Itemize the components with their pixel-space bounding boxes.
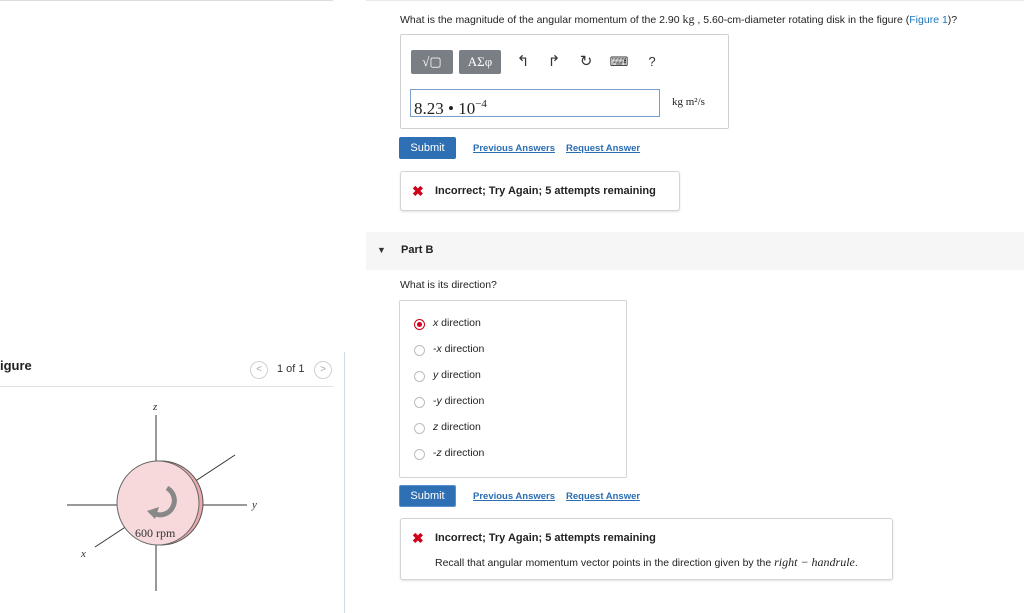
collapse-caret-icon[interactable]: ▼	[377, 245, 386, 255]
option-label: y direction	[433, 369, 481, 381]
hint-math: right − handrule	[774, 555, 855, 569]
figure-divider	[0, 386, 333, 387]
figure-pager: < 1 of 1 >	[250, 361, 334, 381]
radio-neg-y-direction[interactable]	[414, 397, 425, 408]
figure-heading: igure	[0, 358, 32, 373]
question-text-cont: , 5.60-cm-diameter rotating disk in the …	[694, 14, 910, 26]
part-b-title: Part B	[401, 244, 434, 256]
radio-x-direction[interactable]	[414, 319, 425, 330]
panel-divider	[344, 352, 345, 613]
radio-neg-z-direction[interactable]	[414, 449, 425, 460]
part-b-header[interactable]: ▼ Part B	[366, 232, 1024, 270]
radio-y-direction[interactable]	[414, 371, 425, 382]
incorrect-icon: ✖	[412, 183, 424, 199]
option-label: z direction	[433, 421, 481, 433]
keyboard-icon[interactable]: ⌨	[609, 52, 629, 72]
part-a-request-answer-link[interactable]: Request Answer	[566, 143, 640, 154]
greek-symbols-button[interactable]: ΑΣφ	[459, 50, 501, 74]
question-text: What is the magnitude of the angular mom…	[400, 14, 683, 26]
radio-neg-x-direction[interactable]	[414, 345, 425, 356]
part-a-question: What is the magnitude of the angular mom…	[400, 12, 957, 27]
option-label: x direction	[433, 317, 481, 329]
answer-exponent: −4	[475, 98, 487, 110]
rotating-disk-figure: z y x 600 rpm	[67, 401, 257, 591]
top-divider	[0, 0, 333, 1]
feedback-hint: Recall that angular momentum vector poin…	[435, 555, 858, 569]
figure-page-label: 1 of 1	[277, 363, 305, 375]
part-a-feedback: ✖ Incorrect; Try Again; 5 attempts remai…	[400, 171, 680, 211]
redo-icon[interactable]: ↱	[544, 52, 564, 72]
part-a-submit-button[interactable]: Submit	[399, 137, 456, 159]
undo-icon[interactable]: ↰	[513, 52, 533, 72]
part-b-previous-answers-link[interactable]: Previous Answers	[473, 491, 555, 502]
answer-editor: √▢ ΑΣφ ↰ ↱ ↻ ⌨ ? 8.23 • 10−4 kg m²/s	[400, 34, 729, 129]
answer-mantissa: 8.23 • 10	[414, 99, 476, 118]
axis-label-x: x	[80, 548, 86, 560]
answer-units: kg m²/s	[672, 96, 705, 108]
feedback-title: Incorrect; Try Again; 5 attempts remaini…	[435, 185, 656, 197]
part-b-feedback: ✖ Incorrect; Try Again; 5 attempts remai…	[400, 518, 893, 580]
reset-icon[interactable]: ↻	[576, 52, 596, 72]
option-label: -y direction	[433, 395, 485, 407]
previous-figure-button[interactable]: <	[250, 361, 268, 379]
axis-label-y: y	[251, 499, 257, 511]
part-b-submit-button[interactable]: Submit	[399, 485, 456, 507]
part-b-request-answer-link[interactable]: Request Answer	[566, 491, 640, 502]
incorrect-icon: ✖	[412, 530, 424, 546]
mass-unit: kg	[682, 12, 695, 26]
templates-button[interactable]: √▢	[411, 50, 453, 74]
next-figure-button[interactable]: >	[314, 361, 332, 379]
question-text-end: )?	[947, 14, 958, 26]
option-label: -x direction	[433, 343, 485, 355]
option-label: -z direction	[433, 447, 485, 459]
radio-z-direction[interactable]	[414, 423, 425, 434]
help-icon[interactable]: ?	[642, 52, 662, 72]
answer-input[interactable]: 8.23 • 10−4	[410, 89, 660, 118]
part-a-previous-answers-link[interactable]: Previous Answers	[473, 143, 555, 154]
direction-options: x direction -x direction y direction -y …	[399, 300, 627, 478]
axis-label-z: z	[152, 401, 158, 413]
feedback-title: Incorrect; Try Again; 5 attempts remaini…	[435, 532, 656, 544]
disk-speed-label: 600 rpm	[135, 526, 176, 540]
content-top-divider	[366, 0, 1024, 1]
figure-link[interactable]: Figure 1	[909, 14, 948, 26]
part-b-question: What is its direction?	[400, 279, 497, 291]
